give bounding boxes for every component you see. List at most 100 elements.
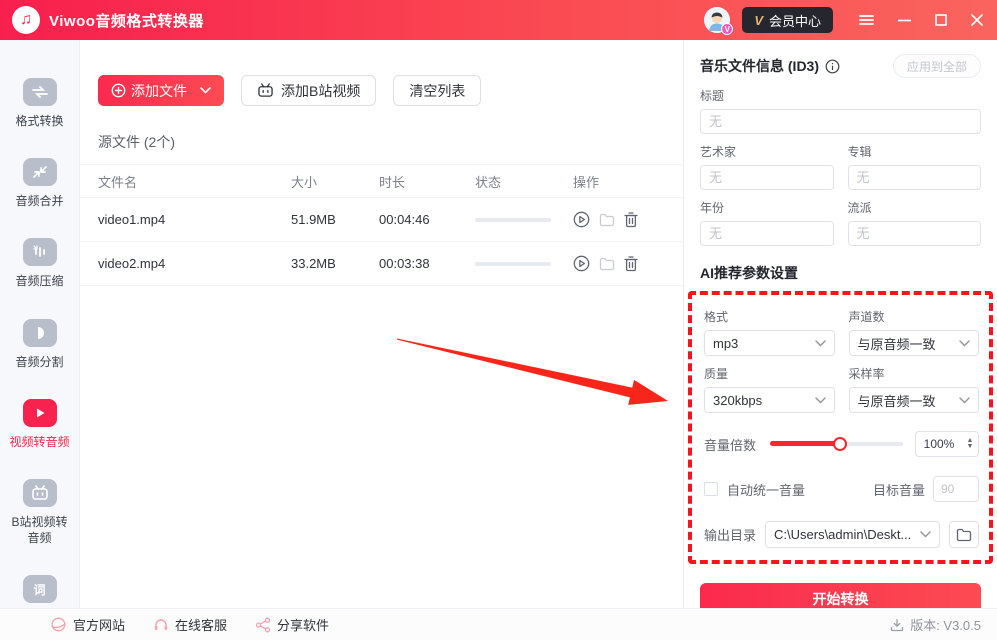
table-header: 文件名 大小 时长 状态 操作 <box>80 164 683 198</box>
member-center-button[interactable]: V 会员中心 <box>742 7 833 33</box>
minimize-icon[interactable] <box>898 14 911 26</box>
title-bar: ♫ Viwoo音频格式转换器 V V 会员中心 <box>0 0 997 40</box>
online-service-link[interactable]: 在线客服 <box>153 615 227 634</box>
vip-badge-icon: V <box>721 23 734 35</box>
app-logo-icon: ♫ <box>12 6 40 34</box>
field-label-year: 年份 <box>700 201 725 215</box>
id3-section-title: 音乐文件信息 (ID3) <box>700 58 819 74</box>
slider-handle[interactable] <box>833 437 848 451</box>
folder-icon[interactable] <box>599 213 615 227</box>
sidebar-item-label: 格式转换 <box>15 114 64 128</box>
quality-select[interactable]: 320kbps <box>704 387 835 413</box>
file-table: 文件名 大小 时长 状态 操作 video1.mp4 51.9MB 00:04:… <box>80 164 683 286</box>
col-filename: 文件名 <box>98 174 138 190</box>
file-size: 51.9MB <box>291 212 336 227</box>
bilibili-tv-icon <box>22 478 57 507</box>
version-text: 版本: V3.0.5 <box>910 618 981 633</box>
progress-bar <box>475 217 551 222</box>
browse-folder-button[interactable] <box>949 521 979 548</box>
channels-label: 声道数 <box>848 310 885 324</box>
auto-volume-checkbox[interactable] <box>704 482 718 496</box>
download-icon <box>891 618 904 631</box>
add-bilibili-label: 添加B站视频 <box>281 82 361 99</box>
quality-label: 质量 <box>704 367 729 381</box>
chevron-down-icon <box>959 339 970 347</box>
format-select[interactable]: mp3 <box>704 330 835 356</box>
field-label-title: 标题 <box>700 89 725 103</box>
add-bilibili-button[interactable]: 添加B站视频 <box>241 75 377 106</box>
col-status: 状态 <box>475 174 502 190</box>
col-duration: 时长 <box>379 174 406 190</box>
progress-bar <box>475 261 551 266</box>
share-app-link[interactable]: 分享软件 <box>255 615 329 634</box>
sidebar-item-video-to-audio[interactable]: 视频转音频 <box>2 398 78 450</box>
file-name: video1.mp4 <box>98 212 166 227</box>
sidebar-item-bilibili-to-audio[interactable]: B站视频转音频 <box>2 478 78 546</box>
channels-select[interactable]: 与原音频一致 <box>848 330 979 356</box>
info-icon[interactable] <box>825 59 840 74</box>
sidebar-item-label: 音频压缩 <box>15 274 64 289</box>
album-field[interactable] <box>847 165 981 190</box>
chevron-down-icon <box>200 87 211 94</box>
folder-icon[interactable] <box>599 257 615 271</box>
video-to-audio-icon <box>22 398 57 427</box>
field-label-album: 专辑 <box>847 145 872 159</box>
volume-value: 100% <box>923 437 955 451</box>
menu-icon[interactable] <box>859 14 874 26</box>
user-avatar[interactable]: V <box>704 7 734 35</box>
genre-field[interactable] <box>847 221 981 246</box>
folder-icon <box>956 528 972 541</box>
artist-field[interactable] <box>700 165 834 190</box>
file-duration: 00:03:38 <box>379 256 430 271</box>
year-field[interactable] <box>700 221 834 246</box>
bilibili-tv-icon <box>257 83 274 98</box>
status-bar: 官方网站 在线客服 分享软件 版本: V3.0.5 <box>0 608 997 640</box>
close-icon[interactable] <box>971 14 983 26</box>
file-size: 33.2MB <box>291 256 336 271</box>
delete-icon[interactable] <box>624 211 638 228</box>
maximize-icon[interactable] <box>935 14 947 26</box>
target-volume-label: 目标音量 <box>872 482 925 498</box>
ai-settings-highlight-box: 格式 mp3 声道数 与原音频一致 质量 320kbps 采样率 与原音频一致 … <box>688 291 993 564</box>
samplerate-select[interactable]: 与原音频一致 <box>848 387 979 413</box>
volume-slider[interactable] <box>770 437 903 451</box>
sidebar-item-audio-compress[interactable]: 音频压缩 <box>2 238 78 289</box>
format-convert-icon <box>22 78 57 106</box>
target-volume-field[interactable] <box>933 476 979 502</box>
output-dir-select[interactable]: C:\Users\admin\Deskt... <box>765 521 940 548</box>
clear-list-button[interactable]: 清空列表 <box>393 75 482 106</box>
official-site-link[interactable]: 官方网站 <box>50 615 125 634</box>
samplerate-label: 采样率 <box>848 367 885 381</box>
chevron-down-icon <box>959 396 970 404</box>
volume-label: 音量倍数 <box>704 437 757 453</box>
play-icon[interactable] <box>573 211 590 228</box>
delete-icon[interactable] <box>624 255 638 272</box>
title-field[interactable] <box>700 109 981 134</box>
table-row[interactable]: video1.mp4 51.9MB 00:04:46 <box>80 198 683 242</box>
vip-icon: V <box>754 12 763 28</box>
sidebar-item-label: 视频转音频 <box>9 434 70 449</box>
col-actions: 操作 <box>573 174 600 190</box>
lyrics-icon: 词 <box>22 575 57 604</box>
audio-merge-icon <box>22 158 57 187</box>
sidebar-item-audio-split[interactable]: 音频分割 <box>2 318 78 370</box>
volume-stepper[interactable]: 100% ▲ ▼ <box>915 431 979 457</box>
table-row[interactable]: video2.mp4 33.2MB 00:03:38 <box>80 242 683 286</box>
sidebar-item-label: B站视频转音频 <box>11 514 68 546</box>
stepper-down-icon[interactable]: ▼ <box>967 443 974 450</box>
sidebar: 格式转换 音频合并 音频压缩 音频分割 视频转音频 B站视频转音频 词 <box>0 40 80 625</box>
chevron-down-icon <box>920 531 931 538</box>
sidebar-item-format-convert[interactable]: 格式转换 <box>2 78 78 129</box>
settings-panel: 音乐文件信息 (ID3) 应用到全部 标题 艺术家 专辑 年份 <box>684 40 997 615</box>
output-dir-label: 输出目录 <box>704 528 757 543</box>
ai-settings-title: AI推荐参数设置 <box>700 265 798 281</box>
app-window: ♫ Viwoo音频格式转换器 V V 会员中心 格式转换 音频合并 音频压缩 音… <box>0 0 997 640</box>
sidebar-item-audio-merge[interactable]: 音频合并 <box>2 158 78 209</box>
chevron-down-icon <box>814 339 826 347</box>
source-files-count: 源文件 (2个) <box>98 134 175 150</box>
apply-to-all-button[interactable]: 应用到全部 <box>892 54 981 78</box>
version-info: 版本: V3.0.5 <box>890 615 981 634</box>
member-center-label: 会员中心 <box>768 13 821 29</box>
add-file-button[interactable]: 添加文件 <box>98 75 224 106</box>
play-icon[interactable] <box>573 255 590 272</box>
